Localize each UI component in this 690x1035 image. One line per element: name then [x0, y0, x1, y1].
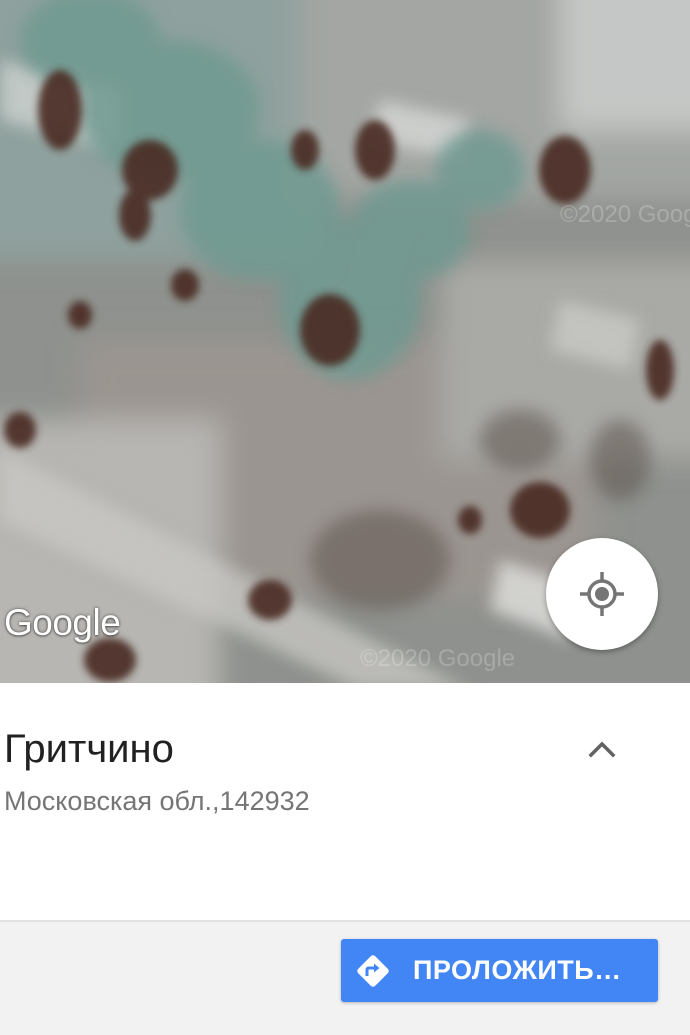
my-location-button[interactable] [546, 538, 658, 650]
my-location-icon [580, 572, 624, 616]
map-watermark-bottom: ©2020 Google [360, 645, 515, 672]
google-logo: Google [4, 602, 121, 643]
directions-button[interactable]: ПРОЛОЖИТЬ… [341, 939, 658, 1002]
chevron-up-icon [588, 741, 616, 758]
map-watermark-top: ©2020 Google [560, 201, 690, 228]
place-card[interactable]: Гритчино Московская обл.,142932 [0, 683, 690, 921]
bottom-strip [0, 1019, 690, 1035]
satellite-map[interactable]: ©2020 Google ©2020 Google Google [0, 0, 690, 683]
directions-icon [357, 954, 389, 987]
directions-label: ПРОЛОЖИТЬ… [413, 955, 622, 985]
place-title: Гритчино [4, 727, 174, 771]
maps-app: ©2020 Google ©2020 Google Google Гритчин… [0, 0, 690, 1035]
expand-button[interactable] [578, 729, 626, 769]
action-bar: ПРОЛОЖИТЬ… [0, 922, 690, 1035]
place-address: Московская обл.,142932 [4, 786, 310, 816]
